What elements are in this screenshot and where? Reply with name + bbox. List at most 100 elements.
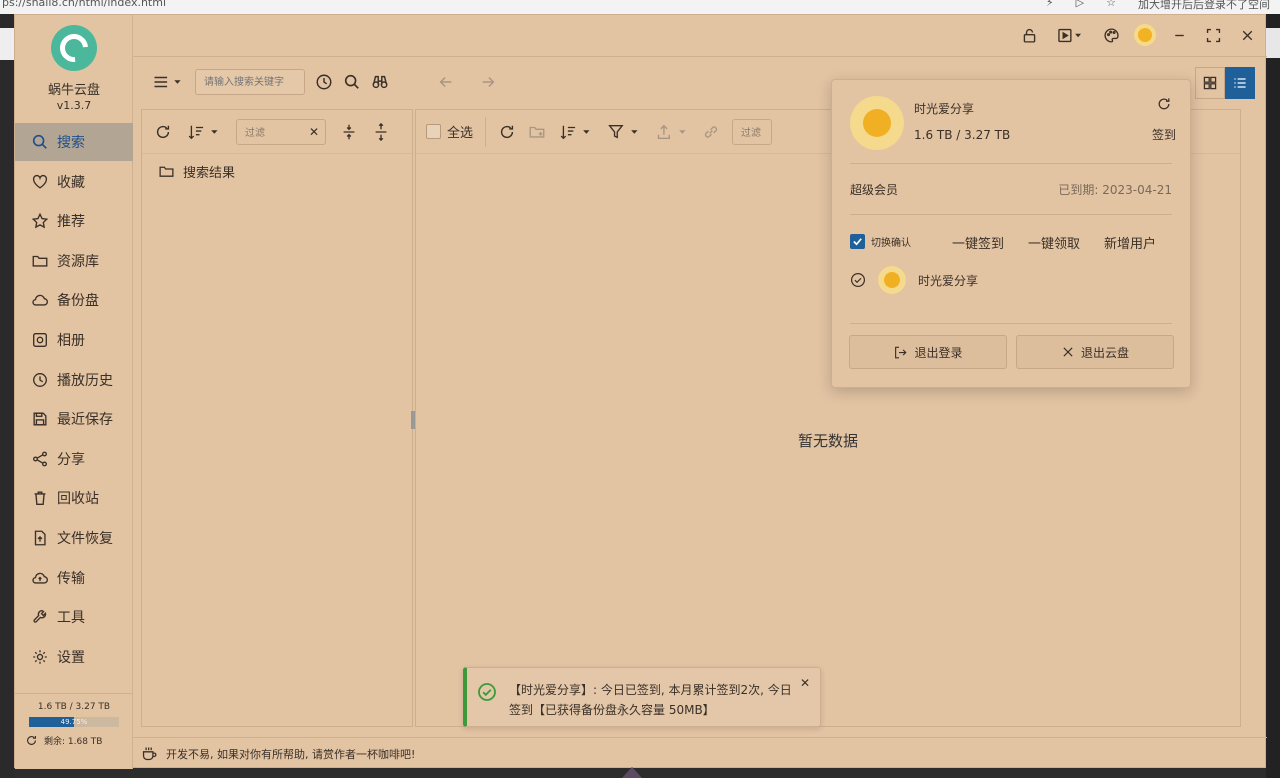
forward-arrow-icon[interactable] — [479, 73, 497, 91]
logout-button[interactable]: 退出登录 — [849, 335, 1007, 369]
maximize-icon[interactable] — [1203, 25, 1223, 45]
account-list-item[interactable]: 时光爱分享 — [850, 266, 978, 294]
app-version: v1.3.7 — [56, 99, 92, 112]
tree-item-search-results[interactable]: 搜索结果 — [142, 154, 412, 181]
browser-tab-edge-right[interactable] — [1266, 28, 1280, 58]
divider — [850, 323, 1172, 324]
grid-view-button[interactable] — [1195, 67, 1225, 99]
add-user-button[interactable]: 新增用户 — [1104, 233, 1156, 252]
clock-icon — [33, 372, 47, 387]
sidebar-item-label: 回收站 — [57, 491, 99, 508]
star-icon[interactable]: ☆ — [1106, 0, 1116, 12]
success-icon — [477, 682, 497, 706]
transfer-icon — [32, 572, 48, 584]
checkbox[interactable] — [426, 124, 441, 139]
refresh-icon[interactable] — [1156, 96, 1172, 112]
sidebar-item-label: 分享 — [57, 451, 85, 468]
exit-cloud-label: 退出云盘 — [1080, 345, 1129, 360]
switch-confirm-checkbox[interactable]: 切换确认 — [850, 234, 911, 249]
sidebar-item-label: 播放历史 — [57, 372, 113, 389]
play-menu-icon[interactable] — [1053, 25, 1087, 45]
tree-filter-input[interactable]: 过滤 ✕ — [236, 118, 326, 145]
select-all-checkbox[interactable]: 全选 — [426, 116, 487, 147]
clear-icon[interactable]: ✕ — [309, 125, 319, 139]
sidebar-item-library[interactable]: 资源库 — [15, 242, 133, 280]
avatar — [850, 96, 904, 150]
sidebar-item-settings[interactable]: 设置 — [15, 638, 133, 676]
palette-icon[interactable] — [1101, 25, 1121, 45]
sidebar-nav: 搜索 收藏 推荐 资源库 备份盘 相册 播放历史 最近保存 分享 回收站 文件恢… — [15, 123, 133, 677]
exit-cloud-button[interactable]: 退出云盘 — [1016, 335, 1174, 369]
sign-in-button[interactable]: 签到 — [1152, 126, 1176, 143]
browser-address-bar: ps://snail8.cn/html/index.html ⚡ ▷ ☆ 加大增… — [0, 0, 1280, 14]
sidebar-item-share[interactable]: 分享 — [15, 440, 133, 478]
sort-icon[interactable] — [186, 123, 222, 141]
link-icon[interactable] — [702, 123, 720, 141]
sidebar-item-tools[interactable]: 工具 — [15, 598, 133, 636]
sidebar-item-history[interactable]: 播放历史 — [15, 361, 133, 399]
refresh-icon[interactable] — [25, 734, 38, 747]
sidebar-item-trash[interactable]: 回收站 — [15, 479, 133, 517]
list-view-button[interactable] — [1225, 67, 1255, 99]
expand-all-icon[interactable] — [340, 123, 358, 141]
grid-icon — [1203, 76, 1217, 90]
user-popover: 时光爱分享 1.6 TB / 3.27 TB 签到 超级会员 已到期: 2023… — [831, 79, 1191, 388]
one-click-sign-button[interactable]: 一键签到 — [952, 233, 1004, 252]
notification-toast: 【时光爱分享】: 今日已签到, 本月累计签到2次, 今日签到【已获得备份盘永久容… — [463, 667, 821, 727]
sidebar-item-recommend[interactable]: 推荐 — [15, 202, 133, 240]
one-click-claim-button[interactable]: 一键领取 — [1028, 233, 1080, 252]
avatar — [1138, 28, 1152, 42]
star-icon — [31, 212, 49, 229]
play-icon[interactable]: ▷ — [1076, 0, 1084, 12]
back-arrow-icon[interactable] — [437, 73, 455, 91]
popover-actions: 一键签到 一键领取 新增用户 — [952, 233, 1156, 252]
sidebar-item-transfer[interactable]: 传输 — [15, 559, 133, 597]
checkbox-checked[interactable] — [850, 234, 865, 249]
quota-remaining: 剩余: 1.68 TB — [44, 737, 103, 747]
sidebar-item-restore[interactable]: 文件恢复 — [15, 519, 133, 557]
refresh-icon[interactable] — [498, 123, 516, 141]
quota-progress-bar: 49.75% — [29, 717, 119, 727]
new-folder-icon[interactable] — [528, 123, 546, 141]
filter-icon[interactable] — [606, 123, 642, 141]
toast-message: 【时光爱分享】: 今日已签到, 本月累计签到2次, 今日签到【已获得备份盘永久容… — [509, 683, 792, 717]
lock-icon[interactable] — [1019, 25, 1039, 45]
history-icon[interactable] — [315, 73, 333, 91]
search-icon[interactable] — [343, 73, 361, 91]
user-avatar-button[interactable] — [1135, 25, 1155, 45]
close-icon[interactable]: ✕ — [800, 676, 810, 690]
search-input[interactable] — [195, 69, 305, 95]
binoculars-icon[interactable] — [371, 73, 389, 91]
coffee-icon[interactable] — [141, 745, 158, 762]
select-all-label: 全选 — [447, 126, 474, 141]
browser-bookmark-text[interactable]: 加大增开后后登录不了空间 — [1138, 0, 1270, 12]
switch-confirm-label: 切换确认 — [871, 238, 911, 249]
bolt-icon[interactable]: ⚡ — [1046, 0, 1054, 12]
vip-label: 超级会员 — [850, 183, 899, 197]
sidebar-item-backup[interactable]: 备份盘 — [15, 281, 133, 319]
sort-icon[interactable] — [558, 123, 594, 141]
browser-tab-edge[interactable] — [0, 28, 14, 60]
sidebar-item-label: 工具 — [57, 610, 85, 627]
quota-percent: 49.75% — [60, 718, 88, 726]
browser-url[interactable]: ps://snail8.cn/html/index.html — [2, 0, 166, 9]
menu-icon[interactable] — [151, 73, 185, 91]
refresh-icon[interactable] — [154, 123, 172, 141]
upload-icon[interactable] — [654, 123, 690, 141]
tree-item-label: 搜索结果 — [183, 166, 236, 181]
save-icon — [33, 412, 47, 426]
view-toggle — [1195, 67, 1255, 99]
account-name: 时光爱分享 — [918, 273, 979, 288]
sidebar-item-label: 传输 — [57, 570, 85, 587]
file-filter-placeholder: 过滤 — [741, 128, 762, 139]
minimize-icon[interactable] — [1169, 25, 1189, 45]
sidebar-item-recent-save[interactable]: 最近保存 — [15, 400, 133, 438]
sidebar-item-favorites[interactable]: 收藏 — [15, 163, 133, 201]
file-filter-input[interactable]: 过滤 — [732, 118, 773, 145]
close-icon[interactable] — [1237, 25, 1257, 45]
donate-text[interactable]: 开发不易, 如果对你有所帮助, 请赏作者一杯咖啡吧! — [166, 746, 415, 762]
collapse-all-icon[interactable] — [372, 122, 390, 141]
sidebar-item-album[interactable]: 相册 — [15, 321, 133, 359]
sidebar-item-search[interactable]: 搜索 — [15, 123, 133, 161]
divider — [850, 163, 1172, 164]
